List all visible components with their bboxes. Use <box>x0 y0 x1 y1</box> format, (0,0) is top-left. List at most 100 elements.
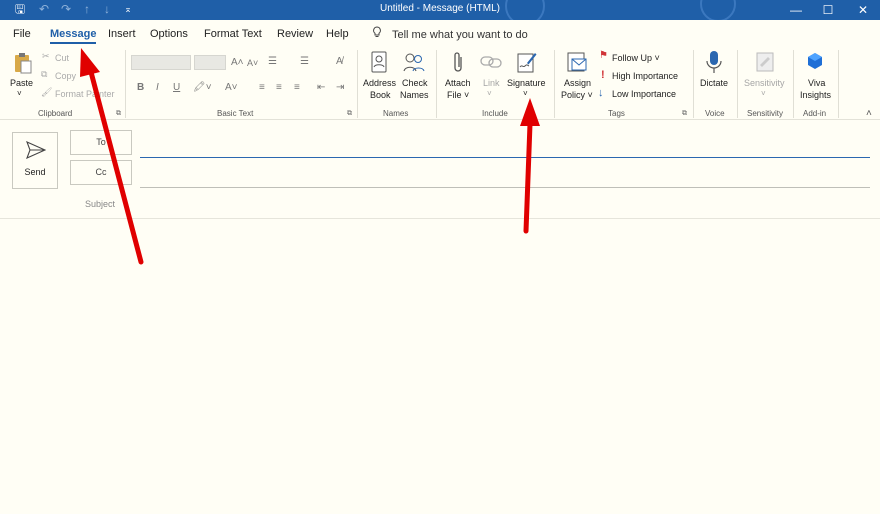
highlight-icon[interactable]: 🖍˅ <box>193 82 212 93</box>
paperclip-icon[interactable] <box>451 51 465 80</box>
collapse-ribbon-icon[interactable]: ˄ <box>866 108 872 119</box>
check-names-label-2[interactable]: Names <box>400 89 429 101</box>
cut-icon: ✂ <box>42 51 50 61</box>
separator <box>693 50 694 118</box>
address-book-label-1[interactable]: Address <box>363 77 396 89</box>
close-button[interactable]: ✕ <box>853 1 873 19</box>
paste-dropdown-icon[interactable]: ˅ <box>17 88 22 100</box>
separator <box>357 50 358 118</box>
subject-label: Subject <box>85 199 116 209</box>
minimize-button[interactable]: — <box>786 1 806 19</box>
underline-icon[interactable]: U <box>173 82 180 93</box>
increase-indent-icon[interactable]: ⇥ <box>336 82 344 93</box>
low-importance-button[interactable]: Low Importance <box>612 89 676 99</box>
viva-insights-icon[interactable] <box>806 52 824 75</box>
lightbulb-icon <box>372 26 382 41</box>
send-label: Send <box>24 167 46 177</box>
format-painter-icon: 🖌 <box>41 87 53 97</box>
group-label-clipboard: Clipboard <box>38 109 73 118</box>
font-name-combo[interactable] <box>131 55 191 70</box>
tab-review[interactable]: Review <box>277 28 313 40</box>
tab-message[interactable]: Message <box>50 28 97 44</box>
separator <box>838 50 839 118</box>
to-field[interactable] <box>140 157 870 158</box>
dialog-launcher-icon[interactable]: ⧉ <box>682 110 687 118</box>
check-names-label-1[interactable]: Check <box>402 77 428 89</box>
separator <box>554 50 555 118</box>
dialog-launcher-icon[interactable]: ⧉ <box>347 110 352 118</box>
link-dropdown-icon[interactable]: ˅ <box>487 88 492 100</box>
tab-file[interactable]: File <box>13 28 31 40</box>
dictate-button[interactable]: Dictate <box>700 77 728 89</box>
group-label-voice: Voice <box>705 109 725 118</box>
align-right-icon[interactable]: ≡ <box>294 82 300 93</box>
separator <box>737 50 738 118</box>
address-book-label-2[interactable]: Book <box>370 89 391 101</box>
ribbon: Paste ˅ ✂ Cut ⧉ Copy 🖌 Format Painter Cl… <box>0 46 880 120</box>
high-importance-icon: ! <box>601 69 605 81</box>
signature-icon[interactable] <box>517 51 537 78</box>
increase-font-icon[interactable]: A˄ <box>231 57 244 68</box>
microphone-icon[interactable] <box>706 50 722 79</box>
group-label-tags: Tags <box>608 109 625 118</box>
follow-up-button[interactable]: Follow Up ˅ <box>612 53 660 63</box>
group-label-basic-text: Basic Text <box>217 109 254 118</box>
send-icon <box>26 140 47 164</box>
assign-policy-icon[interactable] <box>566 51 588 78</box>
tell-me-search[interactable]: Tell me what you want to do <box>372 26 528 41</box>
tab-help[interactable]: Help <box>326 28 349 40</box>
sensitivity-dropdown-icon[interactable]: ˅ <box>761 88 766 100</box>
address-book-icon[interactable] <box>370 51 388 78</box>
group-label-add-in: Add-in <box>803 109 827 118</box>
separator <box>436 50 437 118</box>
clear-formatting-icon[interactable]: A̸ <box>336 56 343 67</box>
group-label-sensitivity: Sensitivity <box>747 109 784 118</box>
tab-format-text[interactable]: Format Text <box>204 28 262 40</box>
flag-icon: ⚑ <box>599 50 608 61</box>
assign-policy-label-2[interactable]: Policy ˅ <box>561 89 593 101</box>
to-button[interactable]: To <box>70 130 132 155</box>
attach-file-label-2[interactable]: File ˅ <box>447 89 469 101</box>
tab-insert[interactable]: Insert <box>108 28 136 40</box>
italic-icon[interactable]: I <box>156 82 159 93</box>
tab-options[interactable]: Options <box>150 28 188 40</box>
send-button[interactable]: Send <box>12 132 58 189</box>
copy-icon: ⧉ <box>41 69 48 79</box>
tell-me-text: Tell me what you want to do <box>392 29 528 41</box>
copy-button[interactable]: Copy <box>55 71 76 81</box>
align-left-icon[interactable]: ≡ <box>259 82 265 93</box>
sensitivity-icon[interactable] <box>755 51 775 78</box>
low-importance-icon: ↓ <box>598 87 604 99</box>
align-center-icon[interactable]: ≡ <box>276 82 282 93</box>
window-title: Untitled - Message (HTML) <box>379 3 501 14</box>
group-label-names: Names <box>383 109 409 118</box>
cc-button[interactable]: Cc <box>70 160 132 185</box>
format-painter-button[interactable]: Format Painter <box>55 89 115 99</box>
font-size-combo[interactable] <box>194 55 226 70</box>
viva-insights-label-1[interactable]: Viva <box>808 77 825 89</box>
separator <box>125 50 126 118</box>
link-icon[interactable] <box>480 53 502 76</box>
separator <box>793 50 794 118</box>
attach-file-label-1[interactable]: Attach <box>445 77 471 89</box>
check-names-icon[interactable] <box>403 51 425 78</box>
maximize-button[interactable]: ☐ <box>818 1 838 19</box>
decrease-indent-icon[interactable]: ⇤ <box>317 82 325 93</box>
paste-icon[interactable] <box>13 52 33 79</box>
bold-icon[interactable]: B <box>137 82 144 93</box>
bullets-icon[interactable]: ☰ <box>268 56 277 67</box>
viva-insights-label-2[interactable]: Insights <box>800 89 831 101</box>
cc-field[interactable] <box>140 187 870 188</box>
dialog-launcher-icon[interactable]: ⧉ <box>116 110 121 118</box>
high-importance-button[interactable]: High Importance <box>612 71 678 81</box>
signature-dropdown-icon[interactable]: ˅ <box>523 88 528 100</box>
message-body[interactable] <box>0 220 880 514</box>
assign-policy-label-1[interactable]: Assign <box>564 77 591 89</box>
font-color-icon[interactable]: A˅ <box>225 82 238 93</box>
group-label-include: Include <box>482 109 508 118</box>
title-bar: 🖫 ↶ ↷ ↑ ↓ ⌅ Untitled - Message (HTML) — … <box>0 0 880 20</box>
decrease-font-icon[interactable]: A˅ <box>247 58 258 68</box>
compose-header: Send To Cc <box>0 121 880 219</box>
numbering-icon[interactable]: ☰ <box>300 56 309 67</box>
cut-button[interactable]: Cut <box>55 53 69 63</box>
